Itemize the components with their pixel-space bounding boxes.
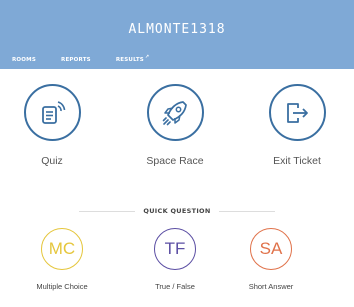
- quiz-button[interactable]: Quiz: [2, 84, 102, 167]
- divider-left: [79, 210, 136, 212]
- tab-results[interactable]: RESULTS↗: [115, 54, 150, 63]
- tab-reports-label: REPORTS: [61, 57, 91, 63]
- short-answer-label: Short Answer: [248, 282, 294, 291]
- multiple-choice-icon: MC: [41, 228, 83, 270]
- true-false-icon: TF: [154, 228, 196, 270]
- divider-right: [218, 210, 275, 212]
- tab-reports[interactable]: REPORTS: [61, 57, 91, 63]
- header-bar: ALMONTE1318 ROOMS REPORTS RESULTS↗: [0, 0, 354, 69]
- nav-tabs: ROOMS REPORTS RESULTS↗: [12, 54, 173, 63]
- multiple-choice-button[interactable]: MC Multiple Choice: [12, 228, 112, 291]
- space-race-button[interactable]: Space Race: [125, 84, 225, 167]
- external-link-icon: ↗: [144, 54, 150, 60]
- exit-door-icon: [268, 84, 326, 141]
- short-answer-button[interactable]: SA Short Answer: [221, 228, 321, 291]
- short-answer-icon: SA: [250, 228, 292, 270]
- exit-ticket-button[interactable]: Exit Ticket: [247, 84, 347, 167]
- quick-question-title: QUICK QUESTION: [143, 207, 211, 215]
- quick-question-heading: QUICK QUESTION: [0, 207, 354, 215]
- tab-results-label: RESULTS: [115, 57, 144, 63]
- space-race-label: Space Race: [146, 155, 204, 167]
- true-false-label: True / False: [155, 282, 195, 291]
- true-false-button[interactable]: TF True / False: [125, 228, 225, 291]
- room-name: ALMONTE1318: [128, 22, 226, 37]
- multiple-choice-label: Multiple Choice: [36, 282, 88, 291]
- quiz-label: Quiz: [41, 155, 63, 167]
- exit-ticket-label: Exit Ticket: [273, 155, 321, 167]
- tab-rooms[interactable]: ROOMS: [12, 57, 36, 63]
- rocket-icon: [146, 84, 204, 141]
- quiz-icon: [23, 84, 81, 141]
- tab-rooms-label: ROOMS: [12, 57, 37, 63]
